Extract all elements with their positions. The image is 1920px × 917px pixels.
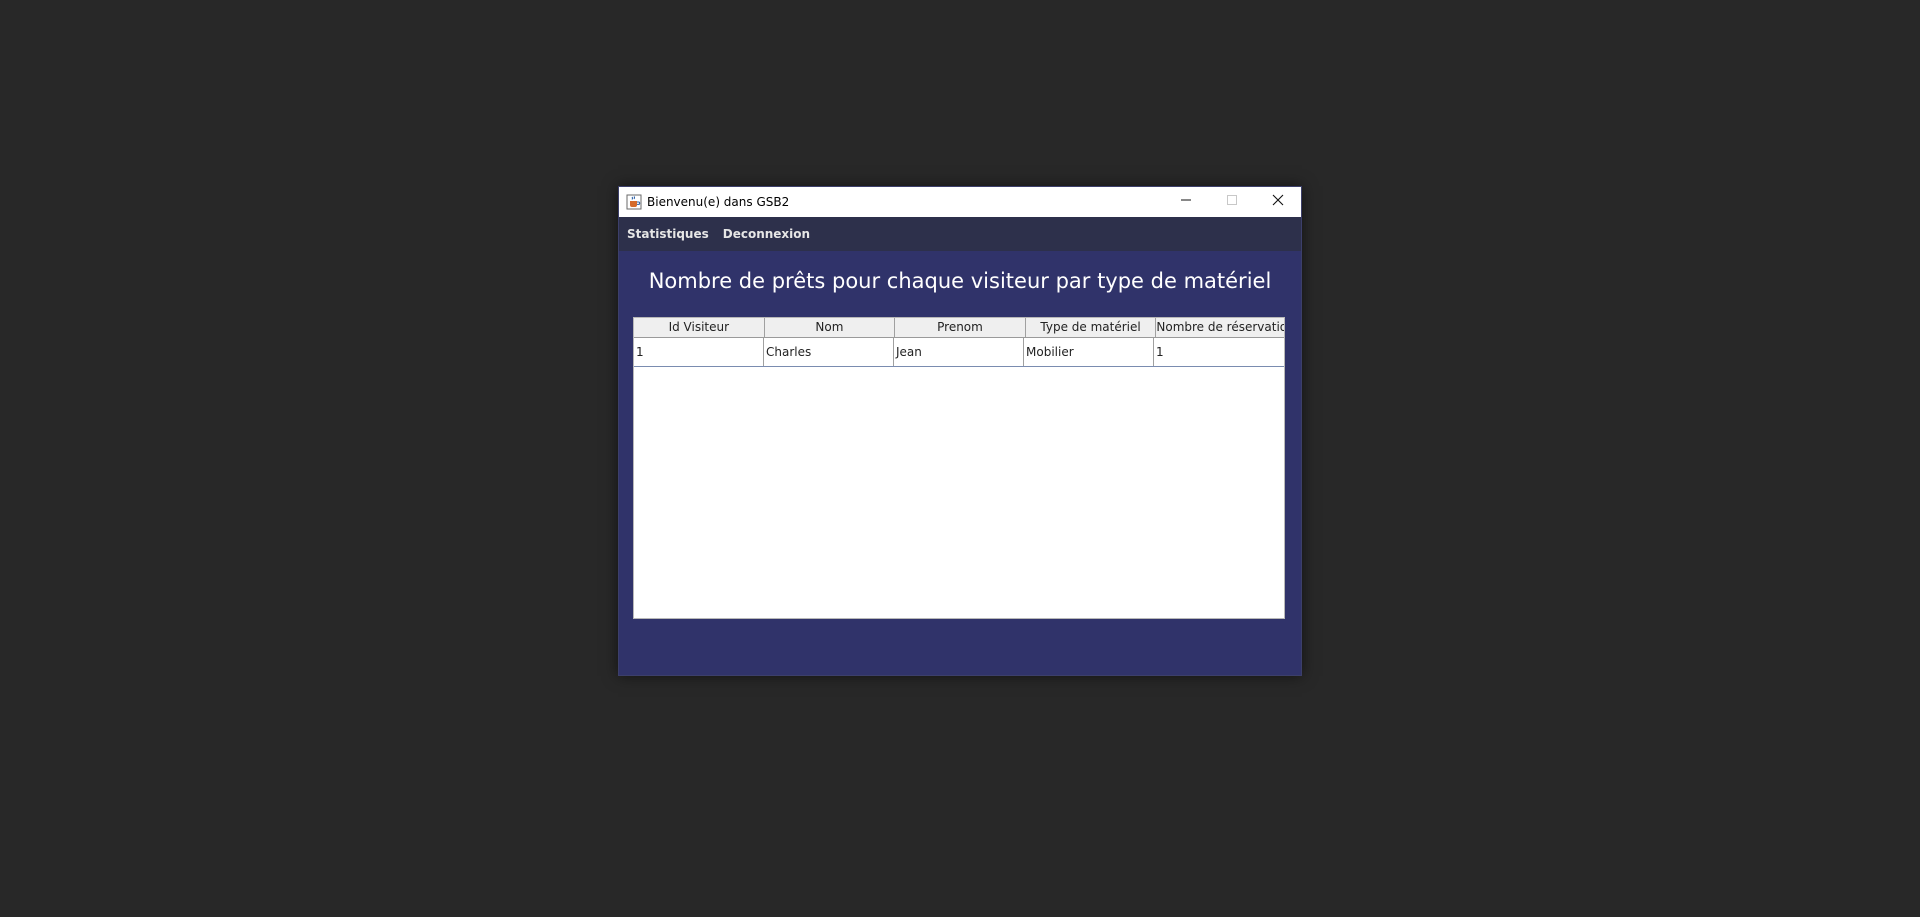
page-title: Nombre de prêts pour chaque visiteur par… bbox=[648, 269, 1272, 293]
column-header-id-visiteur[interactable]: Id Visiteur bbox=[634, 318, 765, 337]
menu-deconnexion[interactable]: Deconnexion bbox=[716, 227, 817, 241]
close-icon bbox=[1272, 193, 1284, 211]
stats-table[interactable]: Id Visiteur Nom Prenom Type de matériel … bbox=[633, 317, 1285, 619]
column-header-nom[interactable]: Nom bbox=[765, 318, 896, 337]
cell-id-visiteur[interactable]: 1 bbox=[634, 338, 764, 366]
cell-nombre-reservations[interactable]: 1 bbox=[1154, 338, 1282, 366]
cell-prenom[interactable]: Jean bbox=[894, 338, 1024, 366]
title-bar[interactable]: Bienvenu(e) dans GSB2 bbox=[619, 187, 1301, 217]
column-header-type-materiel[interactable]: Type de matériel bbox=[1026, 318, 1157, 337]
java-cup-icon bbox=[626, 194, 642, 210]
column-header-nombre-reservations[interactable]: Nombre de réservatio... bbox=[1156, 318, 1284, 337]
close-button[interactable] bbox=[1255, 187, 1301, 217]
maximize-icon bbox=[1226, 193, 1238, 211]
cell-nom[interactable]: Charles bbox=[764, 338, 894, 366]
menu-bar: Statistiques Deconnexion bbox=[619, 217, 1301, 251]
table-header: Id Visiteur Nom Prenom Type de matériel … bbox=[634, 318, 1284, 338]
menu-statistiques[interactable]: Statistiques bbox=[619, 227, 716, 241]
table-row[interactable]: 1 Charles Jean Mobilier 1 bbox=[634, 338, 1284, 367]
app-window: Bienvenu(e) dans GSB2 Statistiques Decon… bbox=[618, 186, 1302, 676]
column-header-prenom[interactable]: Prenom bbox=[895, 318, 1026, 337]
minimize-icon bbox=[1180, 193, 1192, 211]
desktop: Bienvenu(e) dans GSB2 Statistiques Decon… bbox=[0, 0, 1920, 917]
minimize-button[interactable] bbox=[1163, 187, 1209, 217]
maximize-button[interactable] bbox=[1209, 187, 1255, 217]
window-controls bbox=[1163, 187, 1301, 217]
cell-type-materiel[interactable]: Mobilier bbox=[1024, 338, 1154, 366]
window-title: Bienvenu(e) dans GSB2 bbox=[647, 195, 790, 209]
